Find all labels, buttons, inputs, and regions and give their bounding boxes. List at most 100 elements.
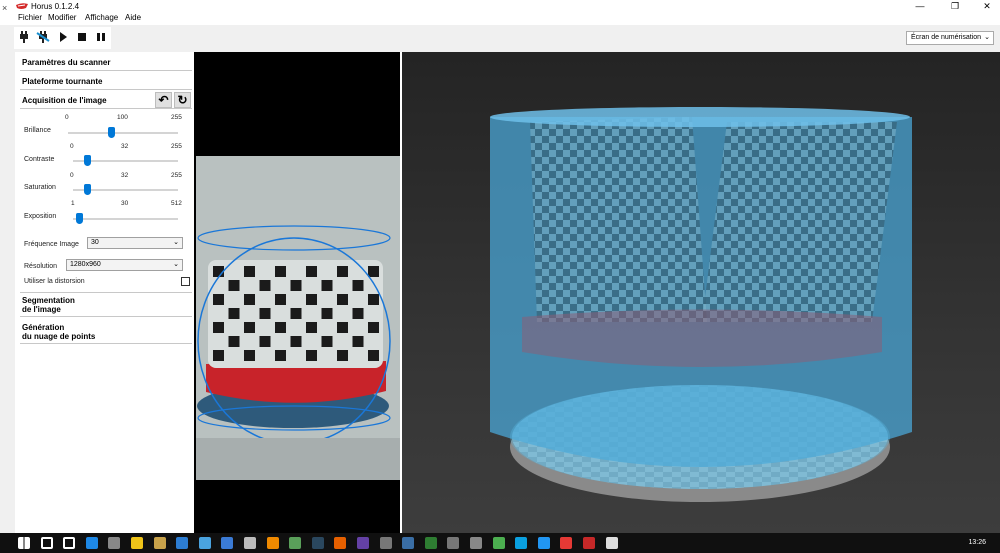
brightness-value: 100 xyxy=(117,114,128,121)
distortion-label: Utiliser la distorsion xyxy=(24,278,85,285)
checker-square xyxy=(228,280,240,291)
pause-icon[interactable] xyxy=(94,30,108,44)
checker-square xyxy=(368,322,379,333)
exposure-slider-handle[interactable] xyxy=(76,213,84,224)
folder-icon[interactable] xyxy=(131,537,143,549)
app-icon[interactable] xyxy=(289,537,302,549)
contrast-slider-handle[interactable] xyxy=(83,155,91,166)
checker-square xyxy=(306,266,317,277)
checker-square xyxy=(244,350,255,361)
chrome-icon[interactable] xyxy=(492,537,505,549)
horus-icon[interactable] xyxy=(583,537,595,549)
vlc-icon[interactable] xyxy=(266,537,279,549)
point-cloud-3d-view[interactable] xyxy=(402,52,1000,533)
checker-square xyxy=(321,336,333,347)
brightness-slider-handle[interactable] xyxy=(107,127,115,138)
app-icon[interactable] xyxy=(379,537,392,549)
checkerboard-photo xyxy=(196,156,400,480)
contrast-label: Contraste xyxy=(24,156,55,163)
app-icon[interactable] xyxy=(560,537,573,549)
close-button[interactable]: ✕ xyxy=(972,0,1000,12)
checker-square xyxy=(213,322,224,333)
menu-fichier[interactable]: Fichier xyxy=(18,13,42,22)
contrast-max: 255 xyxy=(171,143,182,150)
checker-square xyxy=(259,280,271,291)
divider xyxy=(20,70,192,71)
windows-taskbar: 13:26 xyxy=(0,533,1000,553)
restore-button[interactable]: ❐ xyxy=(940,0,970,12)
checker-square xyxy=(228,336,240,347)
saturation-label: Saturation xyxy=(24,184,56,191)
brightness-slider-track[interactable] xyxy=(68,132,178,134)
checker-square xyxy=(306,322,317,333)
divider xyxy=(20,89,192,90)
contrast-min: 0 xyxy=(70,143,74,150)
taskbar-clock: 13:26 xyxy=(968,539,986,546)
edge-icon[interactable] xyxy=(85,537,98,549)
mail-icon[interactable] xyxy=(244,537,256,549)
checker-square xyxy=(259,336,271,347)
resolution-select[interactable]: 1280x960 ⌄ xyxy=(66,259,183,271)
checker-square xyxy=(275,322,286,333)
menu-modifier[interactable]: Modifier xyxy=(48,13,76,22)
chevron-down-icon: ⌄ xyxy=(173,261,179,268)
checker-square xyxy=(244,322,255,333)
checker-square xyxy=(244,266,255,277)
section-segmentation-line2[interactable]: de l'image xyxy=(22,305,61,314)
section-image-acquisition[interactable]: Acquisition de l'image xyxy=(22,96,107,105)
checker-square xyxy=(352,308,364,319)
exposure-slider-track[interactable] xyxy=(73,218,178,220)
brightness-max: 255 xyxy=(171,114,182,121)
app-icon[interactable] xyxy=(470,537,482,549)
section-turntable[interactable]: Plateforme tournante xyxy=(22,77,102,86)
checker-square xyxy=(321,308,333,319)
checker-square xyxy=(368,294,379,305)
view-mode-select[interactable]: Écran de numérisation ⌄ xyxy=(906,31,994,45)
stop-icon[interactable] xyxy=(75,30,89,44)
app-icon[interactable] xyxy=(198,537,211,549)
checker-square xyxy=(306,350,317,361)
connect-plug-icon[interactable] xyxy=(17,30,31,44)
firefox-icon[interactable] xyxy=(334,537,347,549)
divider xyxy=(20,316,192,317)
windows-start-icon[interactable] xyxy=(18,537,30,549)
app-icon[interactable] xyxy=(537,537,550,549)
task-view-icon[interactable] xyxy=(63,537,76,549)
twitch-icon[interactable] xyxy=(357,537,369,549)
checker-square xyxy=(368,350,379,361)
app-icon[interactable] xyxy=(153,537,166,549)
search-icon[interactable] xyxy=(40,537,53,549)
camera-image xyxy=(196,156,400,480)
app-icon[interactable] xyxy=(424,537,437,549)
checker-square xyxy=(275,294,286,305)
saturation-slider-handle[interactable] xyxy=(83,184,91,195)
framerate-value: 30 xyxy=(91,239,99,246)
distortion-checkbox[interactable] xyxy=(181,277,190,286)
section-segmentation[interactable]: Segmentation xyxy=(22,296,75,305)
menu-aide[interactable]: Aide xyxy=(125,13,141,22)
checker-square xyxy=(259,308,271,319)
app-icon[interactable] xyxy=(515,537,528,549)
reset-button[interactable]: ↻ xyxy=(174,92,191,108)
store-icon[interactable] xyxy=(108,537,121,549)
app-icon[interactable] xyxy=(447,537,460,549)
app-icon[interactable] xyxy=(402,537,415,549)
checker-square xyxy=(337,350,348,361)
menu-affichage[interactable]: Affichage xyxy=(85,13,118,22)
app-icon[interactable] xyxy=(221,537,234,549)
play-icon[interactable] xyxy=(56,30,70,44)
panel-edge xyxy=(0,52,15,533)
view-mode-value: Écran de numérisation xyxy=(911,34,982,41)
steam-icon[interactable] xyxy=(311,537,324,549)
disconnect-plug-icon[interactable] xyxy=(36,30,50,44)
undo-button[interactable]: ↶ xyxy=(155,92,172,108)
section-point-cloud[interactable]: Génération xyxy=(22,323,64,332)
section-scanner-settings[interactable]: Paramètres du scanner xyxy=(22,58,111,67)
chevron-down-icon: ⌄ xyxy=(173,239,179,246)
framerate-select[interactable]: 30 ⌄ xyxy=(87,237,183,249)
divider xyxy=(20,292,192,293)
app-icon[interactable] xyxy=(176,537,189,549)
photos-icon[interactable] xyxy=(605,537,618,549)
minimize-button[interactable]: — xyxy=(905,0,935,12)
section-point-cloud-line2[interactable]: du nuage de points xyxy=(22,332,95,341)
